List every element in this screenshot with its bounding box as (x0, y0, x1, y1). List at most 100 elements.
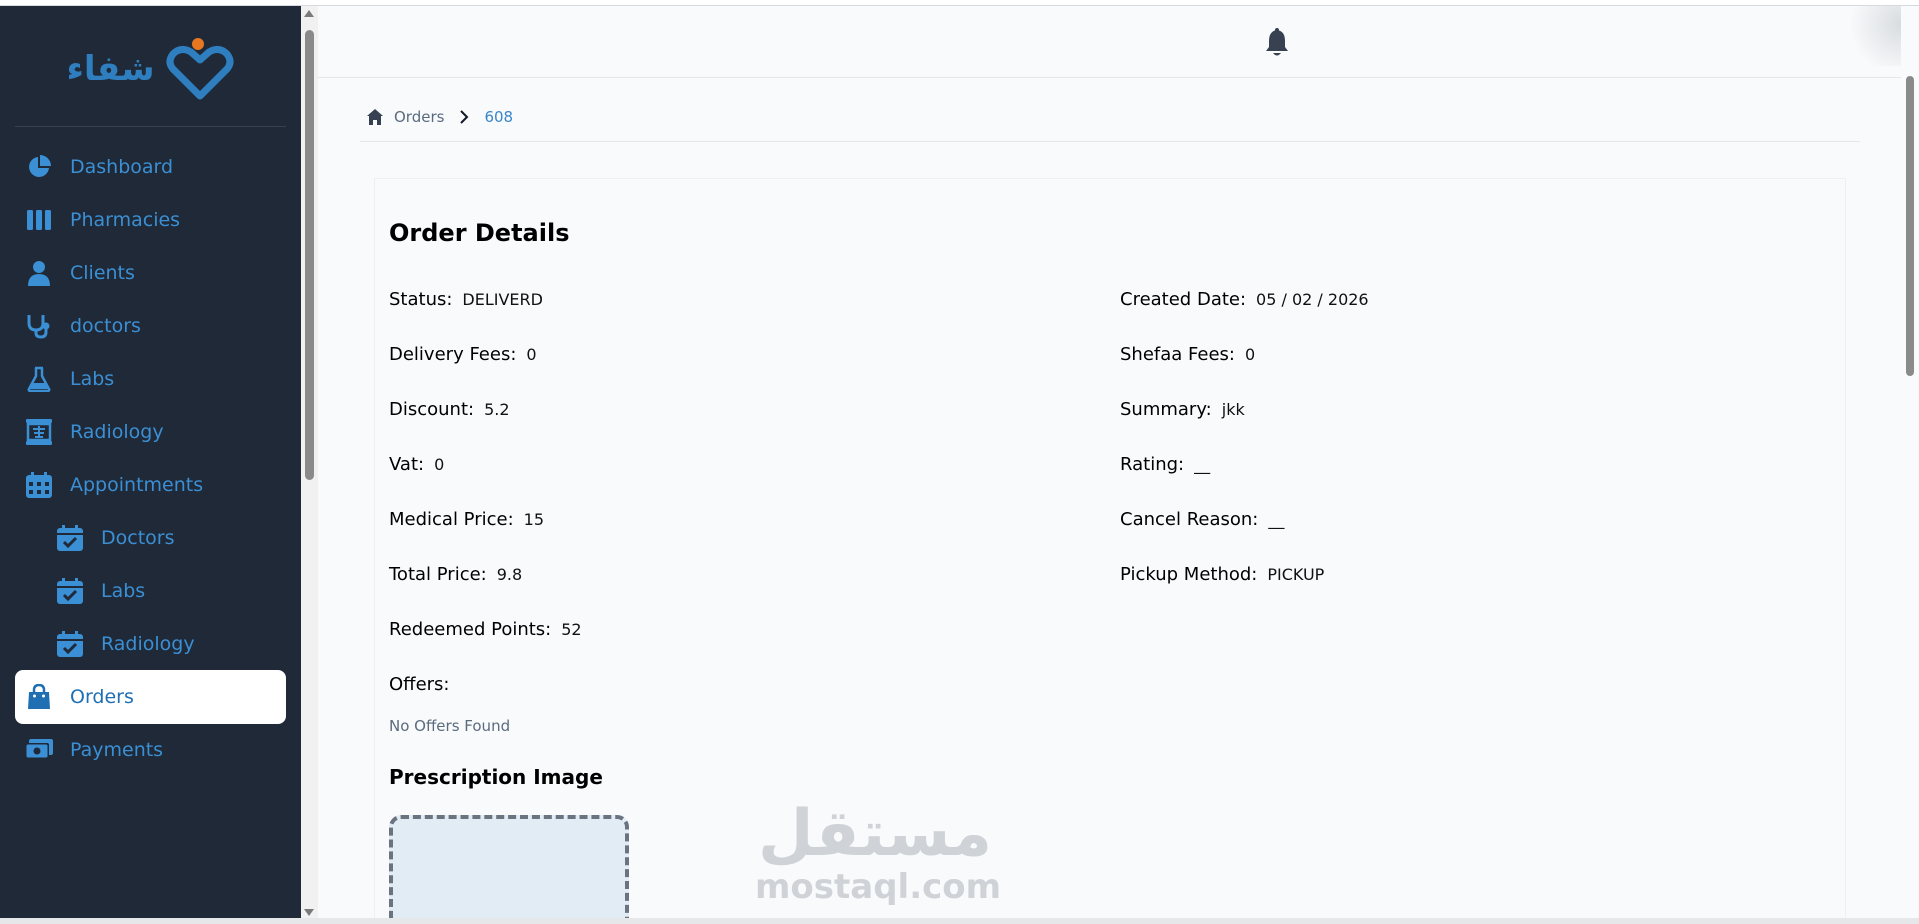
field-label: Status: (389, 289, 453, 310)
field-value: __ (1194, 455, 1211, 474)
field-shefaa-fees: Shefaa Fees: 0 (1120, 344, 1255, 365)
breadcrumb-orders-link[interactable]: Orders (394, 108, 444, 126)
prescription-image-dropzone[interactable] (389, 815, 629, 918)
sidebar-item-label: Appointments (70, 474, 204, 496)
field-label: Rating: (1120, 454, 1185, 475)
sidebar-item-label: Clients (70, 262, 135, 284)
sidebar-item-dashboard[interactable]: Dashboard (15, 140, 286, 194)
breadcrumb-divider (360, 141, 1860, 142)
field-rating: Rating: __ (1120, 454, 1210, 475)
field-label: Offers: (389, 674, 450, 695)
calendar-icon (24, 470, 54, 500)
field-label: Vat: (389, 454, 425, 475)
logo[interactable]: شفاء (15, 12, 286, 127)
calendar-check-icon (55, 576, 85, 606)
main-scrollbar[interactable] (1901, 6, 1919, 918)
sidebar-item-payments[interactable]: Payments (15, 723, 286, 777)
logo-text: شفاء (66, 49, 155, 89)
sidebar-item-doctors[interactable]: doctors (15, 299, 286, 353)
field-status: Status: DELIVERD (389, 289, 543, 310)
sidebar-scrollbar[interactable] (301, 6, 318, 918)
field-label: Pickup Method: (1120, 564, 1258, 585)
prescription-image-title: Prescription Image (389, 765, 603, 789)
sidebar-item-orders[interactable]: Orders (15, 670, 286, 724)
field-summary: Summary: jkk (1120, 399, 1245, 420)
order-details-card: Order Details Status: DELIVERD Delivery … (374, 178, 1846, 918)
field-delivery-fees: Delivery Fees: 0 (389, 344, 537, 365)
field-value: PICKUP (1267, 565, 1325, 584)
chevron-right-icon (458, 110, 470, 124)
field-label: Summary: (1120, 399, 1212, 420)
field-value: 05 / 02 / 2026 (1256, 290, 1369, 309)
sidebar-item-clients[interactable]: Clients (15, 246, 286, 300)
field-label: Created Date: (1120, 289, 1247, 310)
field-label: Delivery Fees: (389, 344, 517, 365)
field-value: 15 (523, 510, 545, 529)
field-value: 0 (526, 345, 537, 364)
stethoscope-icon (24, 311, 54, 341)
sidebar-item-label: Labs (101, 580, 146, 602)
field-total-price: Total Price: 9.8 (389, 564, 522, 585)
main-scroll-thumb[interactable] (1906, 76, 1914, 376)
no-offers-text: No Offers Found (389, 717, 511, 735)
user-icon (24, 258, 54, 288)
scroll-up-arrow-icon[interactable] (304, 10, 314, 17)
sidebar-item-label: Labs (70, 368, 115, 390)
header-corner-shade (1841, 6, 1901, 66)
sidebar-item-pharmacies[interactable]: Pharmacies (15, 193, 286, 247)
field-label: Shefaa Fees: (1120, 344, 1235, 365)
mostaql-watermark: مستقل mostaql.com (755, 797, 1002, 907)
bell-icon[interactable] (1264, 28, 1290, 58)
scroll-down-arrow-icon[interactable] (304, 909, 314, 916)
main-content: Orders 608 Order Details Status: DELIVER… (318, 6, 1901, 918)
sidebar-item-label: Payments (70, 739, 164, 761)
sidebar-scroll-thumb[interactable] (305, 30, 314, 480)
field-pickup-method: Pickup Method: PICKUP (1120, 564, 1324, 585)
sidebar: شفاء Dashboard Pharmacies Clients doctor… (0, 6, 301, 918)
sidebar-item-label: doctors (70, 315, 141, 337)
field-value: 5.2 (484, 400, 510, 419)
sidebar-item-label: Dashboard (70, 156, 174, 178)
home-icon[interactable] (366, 108, 384, 126)
field-value: DELIVERD (462, 290, 543, 309)
field-value: 0 (434, 455, 445, 474)
breadcrumb: Orders 608 (366, 102, 513, 132)
watermark-latin: mostaql.com (755, 867, 1002, 907)
sidebar-item-label: Doctors (101, 527, 175, 549)
breadcrumb-current: 608 (484, 108, 514, 126)
field-discount: Discount: 5.2 (389, 399, 510, 420)
shopping-bag-icon (24, 682, 54, 712)
sidebar-item-label: Orders (70, 686, 134, 708)
sidebar-item-appointments[interactable]: Appointments (15, 458, 286, 512)
logo-heart-icon (165, 36, 235, 102)
flask-icon (24, 364, 54, 394)
field-vat: Vat: 0 (389, 454, 444, 475)
field-value: __ (1268, 510, 1285, 529)
field-label: Discount: (389, 399, 475, 420)
top-header (318, 6, 1901, 78)
sidebar-item-appointments-labs[interactable]: Labs (15, 564, 286, 618)
field-cancel-reason: Cancel Reason: __ (1120, 509, 1284, 530)
sidebar-item-radiology[interactable]: Radiology (15, 405, 286, 459)
field-value: 52 (561, 620, 582, 639)
sidebar-item-labs[interactable]: Labs (15, 352, 286, 406)
field-label: Total Price: (389, 564, 487, 585)
field-medical-price: Medical Price: 15 (389, 509, 544, 530)
money-icon (24, 735, 54, 765)
field-offers: Offers: (389, 674, 460, 695)
order-details-title: Order Details (389, 219, 570, 247)
watermark-arabic: مستقل (757, 797, 993, 871)
calendar-check-icon (55, 523, 85, 553)
sidebar-item-appointments-radiology[interactable]: Radiology (15, 617, 286, 671)
sidebar-item-appointments-doctors[interactable]: Doctors (15, 511, 286, 565)
sidebar-item-label: Pharmacies (70, 209, 181, 231)
pie-chart-icon (24, 152, 54, 182)
field-label: Redeemed Points: (389, 619, 552, 640)
field-value: 0 (1245, 345, 1256, 364)
field-value: 9.8 (496, 565, 523, 584)
field-created-date: Created Date: 05 / 02 / 2026 (1120, 289, 1369, 310)
field-value: jkk (1221, 400, 1245, 419)
field-label: Medical Price: (389, 509, 514, 530)
columns-icon (24, 205, 54, 235)
xray-icon (24, 417, 54, 447)
